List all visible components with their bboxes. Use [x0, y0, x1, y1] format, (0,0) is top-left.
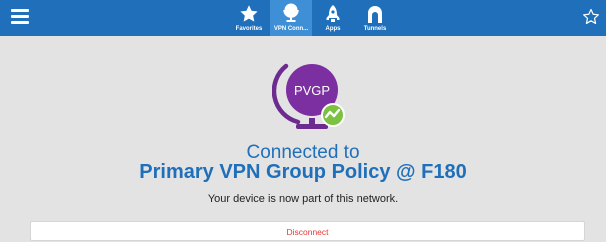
status-description: Your device is now part of this network.: [207, 193, 399, 205]
tab-label: Favorites: [235, 26, 263, 32]
policy-name: Primary VPN Group Policy @ F180: [139, 161, 467, 183]
tunnel-icon: [366, 2, 384, 24]
star-icon: [239, 2, 259, 24]
tab-apps[interactable]: Apps: [312, 0, 354, 36]
connected-wave-icon: [321, 103, 345, 127]
vpn-profile-logo: PVGP: [271, 56, 350, 136]
tab-favorites[interactable]: Favorites: [228, 0, 270, 36]
tab-label: Tunnels: [363, 26, 387, 32]
logo-text: PVGP: [294, 83, 330, 98]
disconnect-button[interactable]: Disconnect: [30, 221, 585, 241]
tab-tunnels[interactable]: Tunnels: [354, 0, 396, 36]
tab-vpn-connections[interactable]: VPN Conn...: [270, 0, 312, 36]
top-bar: Favorites VPN Conn... Apps Tunnels: [0, 0, 606, 36]
rocket-icon: [325, 2, 341, 24]
tab-bar: Favorites VPN Conn... Apps Tunnels: [228, 0, 396, 36]
globe-icon: [281, 2, 301, 24]
star-outline-icon[interactable]: [582, 8, 600, 26]
tab-label: VPN Conn...: [273, 26, 309, 32]
hamburger-icon[interactable]: [11, 9, 29, 25]
tab-label: Apps: [325, 26, 341, 32]
